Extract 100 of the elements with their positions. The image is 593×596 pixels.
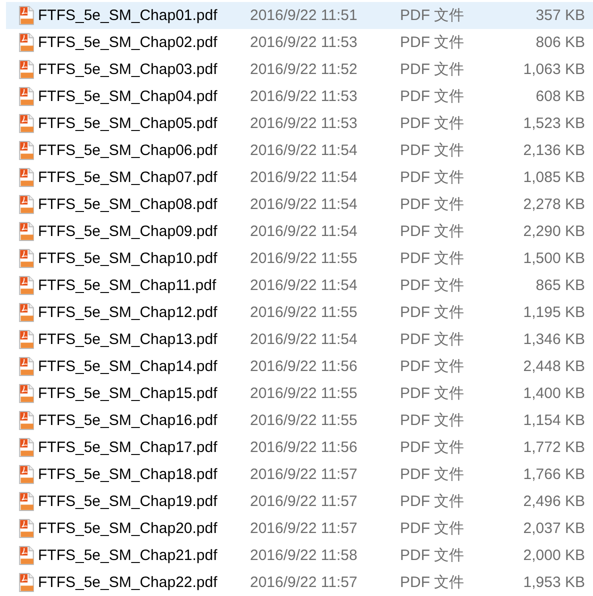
file-size: 1,346 KB <box>522 331 585 348</box>
modified-date: 2016/9/22 11:54 <box>250 277 358 294</box>
modified-date: 2016/9/22 11:54 <box>250 196 358 213</box>
file-type: PDF 文件 <box>400 303 466 322</box>
file-name: FTFS_5e_SM_Chap10.pdf <box>38 250 218 267</box>
file-type: PDF 文件 <box>400 249 466 268</box>
modified-date: 2016/9/22 11:57 <box>250 466 358 483</box>
file-name: FTFS_5e_SM_Chap01.pdf <box>38 7 218 24</box>
file-row[interactable]: FTFS_5e_SM_Chap12.pdf 2016/9/22 11:55 PDF 文件 1,195 KB <box>6 299 593 326</box>
file-row[interactable]: FTFS_5e_SM_Chap19.pdf 2016/9/22 11:57 PDF 文件 2,496 KB <box>6 488 593 515</box>
file-name: FTFS_5e_SM_Chap03.pdf <box>38 61 218 78</box>
file-size: 2,496 KB <box>522 493 585 510</box>
file-name: FTFS_5e_SM_Chap20.pdf <box>38 520 218 537</box>
pdf-file-icon <box>18 384 35 403</box>
modified-date: 2016/9/22 11:54 <box>250 169 358 186</box>
pdf-file-icon <box>18 114 35 133</box>
file-type: PDF 文件 <box>400 87 466 106</box>
pdf-file-icon <box>18 492 35 511</box>
file-type: PDF 文件 <box>400 60 466 79</box>
pdf-file-icon <box>18 546 35 565</box>
file-type: PDF 文件 <box>400 357 466 376</box>
modified-date: 2016/9/22 11:54 <box>250 142 358 159</box>
pdf-file-icon <box>18 573 35 592</box>
file-name: FTFS_5e_SM_Chap07.pdf <box>38 169 218 186</box>
file-type: PDF 文件 <box>400 330 466 349</box>
file-type: PDF 文件 <box>400 222 466 241</box>
file-row[interactable]: FTFS_5e_SM_Chap05.pdf 2016/9/22 11:53 PDF 文件 1,523 KB <box>6 110 593 137</box>
file-row[interactable]: FTFS_5e_SM_Chap16.pdf 2016/9/22 11:55 PDF 文件 1,154 KB <box>6 407 593 434</box>
file-row[interactable]: FTFS_5e_SM_Chap10.pdf 2016/9/22 11:55 PDF 文件 1,500 KB <box>6 245 593 272</box>
modified-date: 2016/9/22 11:55 <box>250 412 358 429</box>
file-row[interactable]: FTFS_5e_SM_Chap02.pdf 2016/9/22 11:53 PDF 文件 806 KB <box>6 29 593 56</box>
file-name: FTFS_5e_SM_Chap12.pdf <box>38 304 218 321</box>
file-size: 1,063 KB <box>522 61 585 78</box>
modified-date: 2016/9/22 11:57 <box>250 520 358 537</box>
file-row[interactable]: FTFS_5e_SM_Chap13.pdf 2016/9/22 11:54 PDF 文件 1,346 KB <box>6 326 593 353</box>
pdf-file-icon <box>18 195 35 214</box>
pdf-file-icon <box>18 33 35 52</box>
modified-date: 2016/9/22 11:54 <box>250 223 358 240</box>
modified-date: 2016/9/22 11:57 <box>250 574 358 591</box>
file-type: PDF 文件 <box>400 195 466 214</box>
modified-date: 2016/9/22 11:53 <box>250 115 358 132</box>
file-type: PDF 文件 <box>400 141 466 160</box>
modified-date: 2016/9/22 11:54 <box>250 331 358 348</box>
file-size: 1,953 KB <box>522 574 585 591</box>
file-row[interactable]: FTFS_5e_SM_Chap17.pdf 2016/9/22 11:56 PDF 文件 1,772 KB <box>6 434 593 461</box>
file-type: PDF 文件 <box>400 114 466 133</box>
file-row[interactable]: FTFS_5e_SM_Chap21.pdf 2016/9/22 11:58 PDF 文件 2,000 KB <box>6 542 593 569</box>
file-row[interactable]: FTFS_5e_SM_Chap14.pdf 2016/9/22 11:56 PDF 文件 2,448 KB <box>6 353 593 380</box>
file-row[interactable]: FTFS_5e_SM_Chap03.pdf 2016/9/22 11:52 PDF 文件 1,063 KB <box>6 56 593 83</box>
file-size: 865 KB <box>534 277 585 294</box>
pdf-file-icon <box>18 222 35 241</box>
file-name: FTFS_5e_SM_Chap22.pdf <box>38 574 218 591</box>
file-name: FTFS_5e_SM_Chap19.pdf <box>38 493 218 510</box>
modified-date: 2016/9/22 11:51 <box>250 7 358 24</box>
file-name: FTFS_5e_SM_Chap16.pdf <box>38 412 218 429</box>
modified-date: 2016/9/22 11:57 <box>250 493 358 510</box>
file-row[interactable]: FTFS_5e_SM_Chap04.pdf 2016/9/22 11:53 PDF 文件 608 KB <box>6 83 593 110</box>
file-name: FTFS_5e_SM_Chap11.pdf <box>38 277 218 294</box>
modified-date: 2016/9/22 11:56 <box>250 358 358 375</box>
pdf-file-icon <box>18 6 35 25</box>
file-name: FTFS_5e_SM_Chap02.pdf <box>38 34 218 51</box>
file-size: 2,136 KB <box>522 142 585 159</box>
file-row[interactable]: FTFS_5e_SM_Chap15.pdf 2016/9/22 11:55 PDF 文件 1,400 KB <box>6 380 593 407</box>
modified-date: 2016/9/22 11:53 <box>250 34 358 51</box>
file-type: PDF 文件 <box>400 6 466 25</box>
file-row[interactable]: FTFS_5e_SM_Chap11.pdf 2016/9/22 11:54 PDF 文件 865 KB <box>6 272 593 299</box>
file-size: 357 KB <box>534 7 585 24</box>
file-type: PDF 文件 <box>400 411 466 430</box>
modified-date: 2016/9/22 11:55 <box>250 250 358 267</box>
pdf-file-icon <box>18 519 35 538</box>
file-type: PDF 文件 <box>400 33 466 52</box>
file-row[interactable]: FTFS_5e_SM_Chap07.pdf 2016/9/22 11:54 PDF 文件 1,085 KB <box>6 164 593 191</box>
file-size: 2,037 KB <box>522 520 585 537</box>
file-row[interactable]: FTFS_5e_SM_Chap22.pdf 2016/9/22 11:57 PDF 文件 1,953 KB <box>6 569 593 596</box>
file-row[interactable]: FTFS_5e_SM_Chap06.pdf 2016/9/22 11:54 PDF 文件 2,136 KB <box>6 137 593 164</box>
file-row[interactable]: FTFS_5e_SM_Chap18.pdf 2016/9/22 11:57 PDF 文件 1,766 KB <box>6 461 593 488</box>
file-type: PDF 文件 <box>400 276 466 295</box>
file-row[interactable]: FTFS_5e_SM_Chap01.pdf 2016/9/22 11:51 PDF 文件 357 KB <box>6 2 593 29</box>
file-size: 806 KB <box>534 34 585 51</box>
file-size: 1,523 KB <box>522 115 585 132</box>
file-row[interactable]: FTFS_5e_SM_Chap09.pdf 2016/9/22 11:54 PDF 文件 2,290 KB <box>6 218 593 245</box>
file-type: PDF 文件 <box>400 384 466 403</box>
pdf-file-icon <box>18 60 35 79</box>
pdf-file-icon <box>18 411 35 430</box>
pdf-file-icon <box>18 465 35 484</box>
pdf-file-icon <box>18 303 35 322</box>
file-name: FTFS_5e_SM_Chap14.pdf <box>38 358 218 375</box>
file-name: FTFS_5e_SM_Chap06.pdf <box>38 142 218 159</box>
pdf-file-icon <box>18 276 35 295</box>
file-size: 1,766 KB <box>522 466 585 483</box>
pdf-file-icon <box>18 141 35 160</box>
modified-date: 2016/9/22 11:52 <box>250 61 358 78</box>
file-size: 2,290 KB <box>522 223 585 240</box>
pdf-file-icon <box>18 357 35 376</box>
file-row[interactable]: FTFS_5e_SM_Chap08.pdf 2016/9/22 11:54 PDF 文件 2,278 KB <box>6 191 593 218</box>
file-type: PDF 文件 <box>400 546 466 565</box>
file-type: PDF 文件 <box>400 492 466 511</box>
file-name: FTFS_5e_SM_Chap04.pdf <box>38 88 218 105</box>
file-row[interactable]: FTFS_5e_SM_Chap20.pdf 2016/9/22 11:57 PDF 文件 2,037 KB <box>6 515 593 542</box>
file-name: FTFS_5e_SM_Chap05.pdf <box>38 115 218 132</box>
